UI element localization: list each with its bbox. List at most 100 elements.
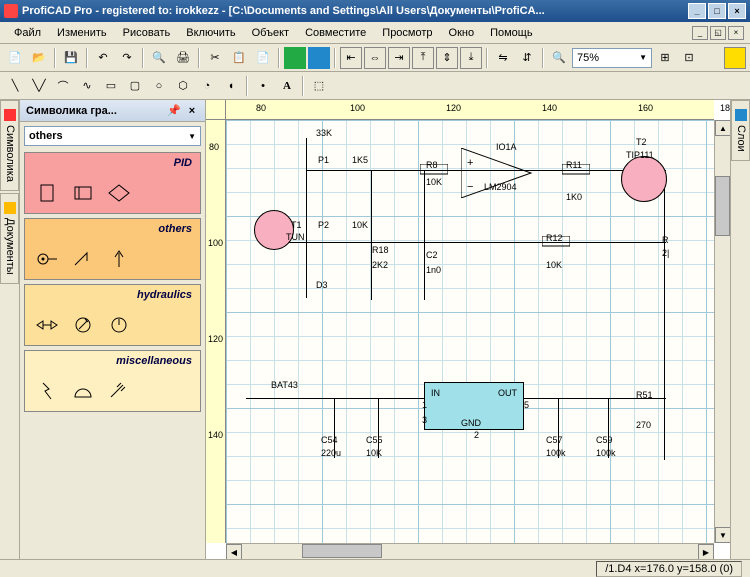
symbol-item[interactable] xyxy=(33,179,61,207)
redo-icon[interactable]: ↷ xyxy=(116,47,138,69)
category-miscellaneous[interactable]: miscellaneous xyxy=(24,350,201,412)
component-label: TUN xyxy=(286,232,305,242)
text-tool-icon[interactable]: A xyxy=(276,75,298,97)
open-icon[interactable]: 📂 xyxy=(28,47,50,69)
component-label: 5 xyxy=(524,400,529,410)
dock-tab-documents[interactable]: Документы xyxy=(0,193,19,284)
dock-tab-symbols[interactable]: Символика xyxy=(0,100,19,191)
dock-tab-layers[interactable]: Слои xyxy=(731,100,750,161)
maximize-button[interactable]: □ xyxy=(708,3,726,19)
ellipse-tool-icon[interactable]: ○ xyxy=(148,75,170,97)
paste-icon[interactable]: 📄 xyxy=(252,47,274,69)
scrollbar-thumb[interactable] xyxy=(715,176,730,236)
polygon-tool-icon[interactable]: ⬡ xyxy=(172,75,194,97)
grid-icon[interactable]: ⊞ xyxy=(654,47,676,69)
menu-help[interactable]: Помощь xyxy=(482,25,541,41)
main-toolbar: 📄 📂 💾 ↶ ↷ 🔍 🖨 ✂ 📋 📄 ⇤ ⇔ ⇥ ⤒ ⇕ ⤓ ⇋ ⇵ 🔍 75… xyxy=(0,44,750,72)
flip-v-icon[interactable]: ⇵ xyxy=(516,47,538,69)
menu-view[interactable]: Просмотр xyxy=(374,25,440,41)
close-button[interactable]: × xyxy=(728,3,746,19)
rect-tool-icon[interactable]: ▭ xyxy=(100,75,122,97)
minimize-button[interactable]: _ xyxy=(688,3,706,19)
category-select[interactable]: others▼ xyxy=(24,126,201,146)
scroll-down-icon[interactable]: ▼ xyxy=(715,527,730,543)
panel-close-icon[interactable]: × xyxy=(185,104,199,118)
print-icon[interactable]: 🖨 xyxy=(172,47,194,69)
undo-icon[interactable]: ↶ xyxy=(92,47,114,69)
symbol-item[interactable] xyxy=(69,311,97,339)
wire xyxy=(424,170,425,300)
category-hydraulics[interactable]: hydraulics xyxy=(24,284,201,346)
polyline-tool-icon[interactable]: ╲╱ xyxy=(28,75,50,97)
canvas-area: 80 100 120 140 160 180 80 100 120 140 xyxy=(206,100,730,559)
arc-tool-icon[interactable]: ⌒ xyxy=(52,75,74,97)
symbol-item[interactable] xyxy=(105,245,133,273)
snap-icon[interactable]: ⊡ xyxy=(678,47,700,69)
component-label: C2 xyxy=(426,250,438,260)
component-label: R51 xyxy=(636,390,653,400)
drawing-canvas[interactable]: +− 33KP11K5R810KIO1ALM2904R111K0T2TIP111… xyxy=(226,120,714,543)
panel-titlebar: Символика гра... 📌 × xyxy=(20,100,205,122)
scrollbar-thumb[interactable] xyxy=(302,544,382,558)
mdi-restore[interactable]: ◱ xyxy=(710,26,726,40)
symbol-item[interactable] xyxy=(69,179,97,207)
symbol-item[interactable] xyxy=(105,311,133,339)
roundrect-tool-icon[interactable]: ▢ xyxy=(124,75,146,97)
symbol-item[interactable] xyxy=(33,245,61,273)
save-icon[interactable]: 💾 xyxy=(60,47,82,69)
horizontal-scrollbar[interactable]: ◀ ▶ xyxy=(226,543,714,559)
symbol-item[interactable] xyxy=(33,377,61,405)
align-right-icon[interactable]: ⇥ xyxy=(388,47,410,69)
component-label: P1 xyxy=(318,155,329,165)
chord-tool-icon[interactable]: ◖ xyxy=(220,75,242,97)
component-label: T2 xyxy=(636,137,647,147)
align-left-icon[interactable]: ⇤ xyxy=(340,47,362,69)
folder-icon[interactable] xyxy=(724,47,746,69)
select-tool-icon[interactable]: ⬚ xyxy=(308,75,330,97)
bezier-tool-icon[interactable]: ∿ xyxy=(76,75,98,97)
scroll-up-icon[interactable]: ▲ xyxy=(715,120,730,136)
menu-align[interactable]: Совместите xyxy=(297,25,374,41)
symbol-item[interactable] xyxy=(69,377,97,405)
menu-object[interactable]: Объект xyxy=(244,25,297,41)
category-others[interactable]: others xyxy=(24,218,201,280)
symbol-item[interactable] xyxy=(105,179,133,207)
scroll-left-icon[interactable]: ◀ xyxy=(226,544,242,559)
image1-icon[interactable] xyxy=(284,47,306,69)
menu-draw[interactable]: Рисовать xyxy=(115,25,179,41)
mdi-close[interactable]: × xyxy=(728,26,744,40)
zoom-icon[interactable]: 🔍 xyxy=(548,47,570,69)
scroll-right-icon[interactable]: ▶ xyxy=(698,544,714,559)
symbol-item[interactable] xyxy=(69,245,97,273)
copy-icon[interactable]: 📋 xyxy=(228,47,250,69)
component-label: OUT xyxy=(498,388,517,398)
align-center-h-icon[interactable]: ⇔ xyxy=(364,47,386,69)
component-label: R11 xyxy=(566,160,582,170)
menu-file[interactable]: Файл xyxy=(6,25,49,41)
new-icon[interactable]: 📄 xyxy=(4,47,26,69)
print-preview-icon[interactable]: 🔍 xyxy=(148,47,170,69)
menu-insert[interactable]: Включить xyxy=(178,25,243,41)
zoom-select[interactable]: 75%▼ xyxy=(572,48,652,68)
point-tool-icon[interactable]: • xyxy=(252,75,274,97)
cut-icon[interactable]: ✂ xyxy=(204,47,226,69)
align-top-icon[interactable]: ⤒ xyxy=(412,47,434,69)
dropdown-icon: ▼ xyxy=(639,53,647,62)
symbol-item[interactable] xyxy=(105,377,133,405)
menu-edit[interactable]: Изменить xyxy=(49,25,115,41)
menu-window[interactable]: Окно xyxy=(441,25,483,41)
transistor-t1[interactable] xyxy=(254,210,294,250)
image2-icon[interactable] xyxy=(308,47,330,69)
vertical-scrollbar[interactable]: ▲ ▼ xyxy=(714,120,730,543)
symbol-item[interactable] xyxy=(33,311,61,339)
line-tool-icon[interactable]: ╲ xyxy=(4,75,26,97)
transistor-t2[interactable] xyxy=(621,156,667,202)
align-center-v-icon[interactable]: ⇕ xyxy=(436,47,458,69)
align-bottom-icon[interactable]: ⤓ xyxy=(460,47,482,69)
mdi-minimize[interactable]: _ xyxy=(692,26,708,40)
flip-h-icon[interactable]: ⇋ xyxy=(492,47,514,69)
pie-tool-icon[interactable]: ◔ xyxy=(196,75,218,97)
ruler-corner xyxy=(206,100,226,120)
pin-icon[interactable]: 📌 xyxy=(167,104,181,118)
category-pid[interactable]: PID xyxy=(24,152,201,214)
